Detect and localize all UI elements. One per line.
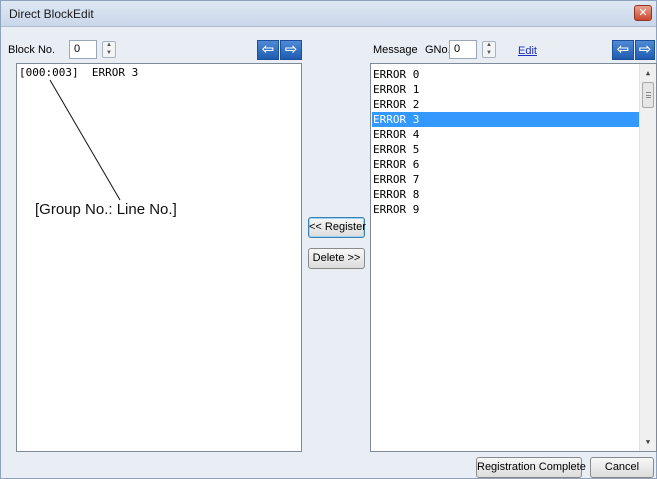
message-item[interactable]: ERROR 2	[372, 97, 640, 112]
cancel-button[interactable]: Cancel	[590, 457, 654, 478]
message-item-selected[interactable]: ERROR 3	[372, 112, 640, 127]
spin-down-icon[interactable]: ▼	[103, 50, 115, 57]
annotation-leader-line	[49, 79, 121, 201]
message-scrollbar[interactable]: ▲ ▼	[639, 64, 656, 451]
grip-icon	[646, 92, 651, 98]
message-item[interactable]: ERROR 7	[372, 172, 640, 187]
block-prev-button[interactable]: ⇦	[257, 40, 279, 60]
block-no-spinner[interactable]: ▲ ▼	[102, 41, 116, 58]
registration-complete-button[interactable]: Registration Complete	[476, 457, 586, 478]
message-next-button[interactable]: ⇨	[635, 40, 655, 60]
spin-up-icon[interactable]: ▲	[483, 42, 495, 49]
scroll-up-icon[interactable]: ▲	[640, 66, 656, 80]
block-list[interactable]: [000:003] ERROR 3	[16, 63, 302, 452]
arrow-right-icon: ⇨	[638, 41, 652, 58]
direct-blockedit-dialog: Direct BlockEdit ✕ Block No. 0 ▲ ▼ ⇦ ⇨ […	[0, 0, 657, 479]
message-list[interactable]: ERROR 0 ERROR 1 ERROR 2 ERROR 3 ERROR 4 …	[370, 63, 657, 452]
close-icon: ✕	[638, 7, 648, 19]
arrow-left-icon: ⇦	[261, 41, 275, 58]
edit-link[interactable]: Edit	[518, 45, 537, 57]
message-item[interactable]: ERROR 1	[372, 82, 640, 97]
title-bar: Direct BlockEdit ✕	[1, 1, 656, 27]
spin-up-icon[interactable]: ▲	[103, 42, 115, 49]
block-no-label: Block No.	[8, 44, 56, 56]
gno-spinner[interactable]: ▲ ▼	[482, 41, 496, 58]
message-label: Message	[373, 44, 418, 56]
message-item[interactable]: ERROR 4	[372, 127, 640, 142]
window-title: Direct BlockEdit	[9, 7, 94, 21]
close-button[interactable]: ✕	[634, 5, 652, 21]
message-item[interactable]: ERROR 0	[372, 67, 640, 82]
message-item[interactable]: ERROR 5	[372, 142, 640, 157]
gno-input[interactable]: 0	[449, 40, 477, 59]
gno-label: GNo.	[425, 44, 451, 56]
register-button[interactable]: << Register	[308, 217, 366, 238]
arrow-right-icon: ⇨	[284, 41, 298, 58]
scroll-thumb[interactable]	[642, 82, 654, 108]
message-item[interactable]: ERROR 9	[372, 202, 640, 217]
block-no-value: 0	[74, 43, 81, 55]
spin-down-icon[interactable]: ▼	[483, 50, 495, 57]
arrow-left-icon: ⇦	[616, 41, 630, 58]
block-no-input[interactable]: 0	[69, 40, 97, 59]
message-prev-button[interactable]: ⇦	[612, 40, 634, 60]
gno-value: 0	[454, 43, 461, 55]
block-next-button[interactable]: ⇨	[280, 40, 302, 60]
message-item[interactable]: ERROR 6	[372, 157, 640, 172]
annotation-text: [Group No.: Line No.]	[35, 201, 177, 218]
scroll-down-icon[interactable]: ▼	[640, 435, 656, 449]
message-item[interactable]: ERROR 8	[372, 187, 640, 202]
delete-button[interactable]: Delete >>	[308, 248, 365, 269]
